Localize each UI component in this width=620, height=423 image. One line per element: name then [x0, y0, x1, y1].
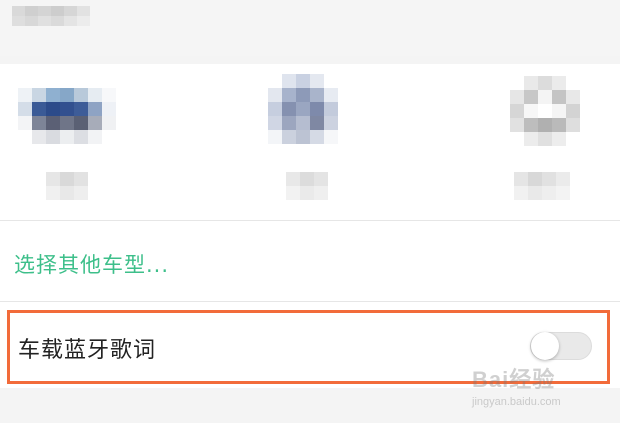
settings-screen: 选择其他车型... 车载蓝牙歌词 Bai经验 jingyan.baidu.com — [0, 0, 620, 423]
vehicle-image-2 — [268, 74, 338, 88]
other-models-link[interactable]: 选择其他车型... — [14, 249, 169, 279]
blurred-title — [12, 6, 90, 26]
vehicle-list — [0, 64, 620, 220]
vehicle-image-3 — [510, 76, 580, 90]
vehicle-label-1 — [46, 172, 88, 186]
vehicle-option-3[interactable] — [498, 64, 620, 220]
vehicle-option-1[interactable] — [10, 64, 160, 220]
other-models-row[interactable]: 选择其他车型... — [0, 221, 620, 301]
bluetooth-lyrics-toggle[interactable] — [530, 332, 592, 360]
vehicle-label-3 — [514, 172, 570, 186]
toggle-knob — [531, 332, 559, 360]
header-band — [0, 0, 620, 56]
watermark-brand: Bai经验 — [472, 367, 556, 392]
vehicle-option-2[interactable] — [258, 64, 408, 220]
watermark-logo: Bai经验 jingyan.baidu.com — [472, 362, 612, 412]
vehicle-image-1 — [18, 88, 130, 102]
watermark-url: jingyan.baidu.com — [472, 396, 561, 408]
vehicle-label-2 — [286, 172, 328, 186]
bluetooth-lyrics-label: 车载蓝牙歌词 — [18, 338, 157, 363]
